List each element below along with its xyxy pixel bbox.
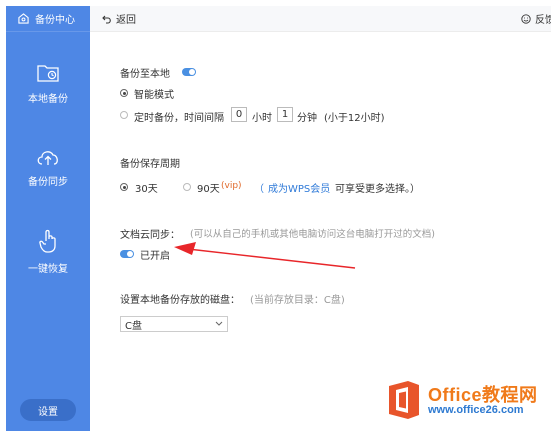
retention-title: 备份保存周期 xyxy=(120,159,180,170)
chevron-down-icon xyxy=(215,321,223,326)
backup-center-icon xyxy=(18,13,29,24)
retention-90-radio[interactable] xyxy=(183,183,191,191)
more-choices-text: 可享受更多选择。） xyxy=(335,184,420,195)
annotation-arrow xyxy=(174,242,356,269)
retention-30-radio[interactable] xyxy=(120,183,128,191)
local-backup-toggle[interactable] xyxy=(182,68,196,76)
sidebar-header: 备份中心 xyxy=(6,6,90,32)
cloud-sync-hint: (可以从自己的手机或其他电脑访问这台电脑打开过的文档) xyxy=(190,229,435,240)
sidebar-title: 备份中心 xyxy=(35,15,75,26)
smart-mode-radio[interactable] xyxy=(120,89,128,97)
sidebar: 备份中心 本地备份 备份同步 一键恢复 设置 xyxy=(6,6,90,431)
smart-mode-label: 智能模式 xyxy=(134,90,174,101)
retention-90-label: 90天 xyxy=(197,184,220,195)
disk-current-dir: (当前存放目录：C盘) xyxy=(250,295,345,306)
minutes-unit: 分钟 xyxy=(297,113,317,124)
sidebar-item-label: 一键恢复 xyxy=(28,264,68,275)
topbar: 返回 反馈 xyxy=(90,6,551,32)
back-button[interactable]: 返回 xyxy=(102,11,136,26)
timed-backup-radio[interactable] xyxy=(120,111,128,119)
interval-limit-note: (小于12小时) xyxy=(324,113,385,124)
sidebar-item-restore[interactable]: 一键恢复 xyxy=(6,228,90,275)
sidebar-item-label: 本地备份 xyxy=(28,94,68,105)
cloud-sync-toggle[interactable] xyxy=(120,250,134,258)
disk-select[interactable]: C盘 xyxy=(120,316,228,332)
office-logo-icon xyxy=(389,381,419,419)
cloud-upload-icon xyxy=(37,151,58,165)
feedback-smile-icon xyxy=(521,13,531,24)
sidebar-item-backup-sync[interactable]: 备份同步 xyxy=(6,147,90,188)
cloud-sync-title: 文档云同步： xyxy=(120,230,180,241)
sidebar-item-label: 备份同步 xyxy=(28,177,68,188)
feedback-button[interactable]: 反馈 xyxy=(521,11,551,26)
back-arrow-icon xyxy=(102,15,111,24)
hours-unit: 小时 xyxy=(252,113,272,124)
retention-90-vip: (vip) xyxy=(221,181,242,191)
paren-open: （ xyxy=(254,184,264,195)
minutes-input[interactable]: 1 xyxy=(277,107,293,122)
hand-pointer-icon xyxy=(39,229,56,253)
timed-backup-label: 定时备份，时间间隔 xyxy=(134,113,224,124)
back-label: 返回 xyxy=(116,15,136,26)
disk-select-value: C盘 xyxy=(125,320,142,332)
folder-clock-icon xyxy=(37,65,59,82)
sidebar-item-local-backup[interactable]: 本地备份 xyxy=(6,62,90,105)
hours-input[interactable]: 0 xyxy=(231,107,247,122)
local-backup-title: 备份至本地 xyxy=(120,69,170,80)
watermark-url: www.office26.com xyxy=(428,404,524,416)
settings-button[interactable]: 设置 xyxy=(20,399,76,421)
feedback-label: 反馈 xyxy=(535,15,551,26)
wps-member-link[interactable]: 成为WPS会员 xyxy=(268,180,330,195)
disk-title: 设置本地备份存放的磁盘： xyxy=(120,295,240,306)
cloud-sync-status: 已开启 xyxy=(140,251,170,262)
retention-30-label: 30天 xyxy=(135,184,158,195)
